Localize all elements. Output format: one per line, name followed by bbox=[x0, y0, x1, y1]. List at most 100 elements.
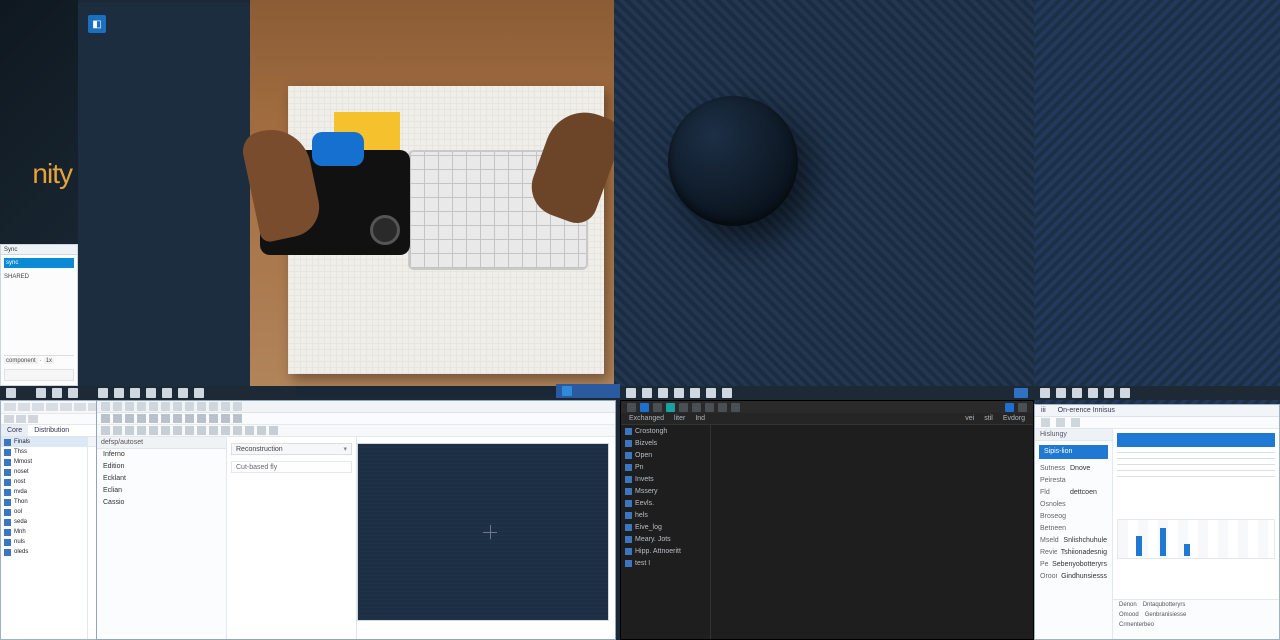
properties-detail-pane[interactable]: DenonDntaqubotteryrs OmoodGenbranisiesse… bbox=[1113, 429, 1279, 639]
tree-item[interactable]: Meary. Jots bbox=[621, 533, 710, 545]
prop-row[interactable]: Flddettcoen bbox=[1035, 487, 1112, 499]
toolbar-icon[interactable] bbox=[113, 426, 122, 435]
tree-item[interactable]: Bizvels bbox=[621, 437, 710, 449]
toolbar-icon[interactable] bbox=[718, 403, 727, 412]
tree-item[interactable]: Eive_log bbox=[621, 521, 710, 533]
mini-sync-window[interactable]: Sync sync SHARED component · 1x bbox=[0, 244, 78, 386]
toolbar-icon[interactable] bbox=[137, 414, 146, 423]
task-icon[interactable] bbox=[36, 388, 46, 398]
toolbar-icon[interactable] bbox=[666, 403, 675, 412]
taskbar-segment-active[interactable] bbox=[556, 384, 620, 398]
explorer-tab[interactable]: Core bbox=[1, 425, 28, 436]
properties-sidebar[interactable]: Hislungy Sipis-lion SutnessDnove Peirest… bbox=[1035, 429, 1113, 639]
task-icon[interactable] bbox=[658, 388, 668, 398]
toolbar-icon[interactable] bbox=[221, 426, 230, 435]
toolbar-icon[interactable] bbox=[1005, 403, 1014, 412]
editor-window[interactable]: defsp/autoset Inferno Edition Ecklant Ec… bbox=[96, 400, 616, 640]
toolbar-icon[interactable] bbox=[705, 403, 714, 412]
task-icon[interactable] bbox=[178, 388, 188, 398]
mini-tool-b[interactable]: 1x bbox=[44, 358, 54, 364]
menu-item[interactable]: liter bbox=[674, 415, 685, 422]
toolbar-icon[interactable] bbox=[209, 402, 218, 411]
toolbar-icon[interactable] bbox=[692, 403, 701, 412]
explorer-tab[interactable]: Distribution bbox=[28, 425, 75, 436]
menu-item[interactable]: Ind bbox=[695, 415, 705, 422]
toolbar-icon[interactable] bbox=[245, 426, 254, 435]
toolbar-icon[interactable] bbox=[221, 402, 230, 411]
tree-item[interactable]: nost bbox=[1, 477, 87, 487]
toolbar-icon[interactable] bbox=[653, 403, 662, 412]
menu-icon[interactable] bbox=[60, 403, 72, 411]
menu-item[interactable]: Evdorg bbox=[1003, 415, 1025, 422]
toolbar-icon[interactable] bbox=[209, 426, 218, 435]
menu-item[interactable]: vei bbox=[965, 415, 974, 422]
menu-item[interactable]: stil bbox=[984, 415, 993, 422]
task-icon[interactable] bbox=[642, 388, 652, 398]
task-icon[interactable] bbox=[674, 388, 684, 398]
explorer-tree[interactable]: Finals Thss Mmost noset nost nvda Thon o… bbox=[1, 437, 88, 639]
tab-icon[interactable] bbox=[1041, 418, 1050, 427]
toolbar-icon[interactable] bbox=[233, 402, 242, 411]
menu-icon[interactable] bbox=[32, 403, 44, 411]
tree-item[interactable]: Thss bbox=[1, 447, 87, 457]
task-icon[interactable] bbox=[146, 388, 156, 398]
toolbar-icon[interactable] bbox=[173, 402, 182, 411]
dark-ide-menubar[interactable]: Exchanged liter Ind vei stil Evdorg bbox=[621, 413, 1033, 425]
toolbar-icon[interactable] bbox=[679, 403, 688, 412]
toolbar-icon[interactable] bbox=[161, 426, 170, 435]
editor-toolbar-secondary[interactable] bbox=[97, 413, 615, 425]
toolbar-icon[interactable] bbox=[137, 426, 146, 435]
task-icon[interactable] bbox=[706, 388, 716, 398]
toolbar-icon[interactable] bbox=[125, 402, 134, 411]
mini-window-selected[interactable]: sync bbox=[4, 258, 74, 268]
task-icon[interactable] bbox=[130, 388, 140, 398]
prop-row[interactable]: Betneenshsold bbox=[1035, 523, 1112, 535]
toolbar-icon[interactable] bbox=[161, 402, 170, 411]
task-icon[interactable] bbox=[626, 388, 636, 398]
menu-icon[interactable] bbox=[4, 403, 16, 411]
tree-item[interactable]: Invets bbox=[621, 473, 710, 485]
nav-fwd-icon[interactable] bbox=[16, 415, 26, 423]
editor-mid-panel[interactable]: Reconstruction Cut-based fly bbox=[227, 437, 357, 639]
dark-ide-tree[interactable]: Crostongh Bizvels Open Pn Invets Mssery … bbox=[621, 425, 711, 639]
tree-item[interactable]: noset bbox=[1, 467, 87, 477]
tree-item[interactable]: oleds bbox=[1, 547, 87, 557]
prop-row[interactable]: SutnessDnove bbox=[1035, 463, 1112, 475]
editor-toolbar-main[interactable] bbox=[97, 401, 615, 413]
task-icon[interactable] bbox=[52, 388, 62, 398]
toolbar-icon[interactable] bbox=[101, 402, 110, 411]
tree-item[interactable]: hels bbox=[621, 509, 710, 521]
app-badge-icon[interactable]: ◧ bbox=[88, 15, 106, 33]
tree-item[interactable]: nuls bbox=[1, 537, 87, 547]
task-icon[interactable] bbox=[98, 388, 108, 398]
toolbar-icon[interactable] bbox=[269, 426, 278, 435]
menu-icon[interactable] bbox=[74, 403, 86, 411]
toolbar-icon[interactable] bbox=[627, 403, 636, 412]
toolbar-icon[interactable] bbox=[233, 426, 242, 435]
tree-item[interactable]: Crostongh bbox=[621, 425, 710, 437]
side-panel-item[interactable]: Edition bbox=[97, 461, 226, 473]
nav-back-icon[interactable] bbox=[4, 415, 14, 423]
task-icon[interactable] bbox=[1088, 388, 1098, 398]
mid-panel-dropdown[interactable]: Reconstruction bbox=[231, 443, 352, 455]
task-icon[interactable] bbox=[194, 388, 204, 398]
tree-item[interactable]: nvda bbox=[1, 487, 87, 497]
toolbar-icon[interactable] bbox=[731, 403, 740, 412]
task-icon[interactable] bbox=[1040, 388, 1050, 398]
active-task-icon[interactable] bbox=[562, 386, 572, 396]
properties-tabs[interactable] bbox=[1035, 417, 1279, 429]
toolbar-icon[interactable] bbox=[209, 414, 218, 423]
tree-item[interactable]: Thon bbox=[1, 497, 87, 507]
toolbar-icon[interactable] bbox=[197, 414, 206, 423]
editor-side-panel[interactable]: defsp/autoset Inferno Edition Ecklant Ec… bbox=[97, 437, 227, 639]
tree-item[interactable]: ool bbox=[1, 507, 87, 517]
taskbar-segment-3[interactable] bbox=[620, 386, 1034, 400]
tree-item[interactable]: Hipp. Attnoeritt bbox=[621, 545, 710, 557]
toolbar-icon[interactable] bbox=[185, 402, 194, 411]
prop-row[interactable]: ReviedTshiionadesnig bbox=[1035, 547, 1112, 559]
side-panel-item[interactable]: Eclian bbox=[97, 485, 226, 497]
toolbar-icon[interactable] bbox=[161, 414, 170, 423]
tree-item[interactable]: test I bbox=[621, 557, 710, 569]
task-icon[interactable] bbox=[690, 388, 700, 398]
tree-item[interactable]: Finals bbox=[1, 437, 87, 447]
